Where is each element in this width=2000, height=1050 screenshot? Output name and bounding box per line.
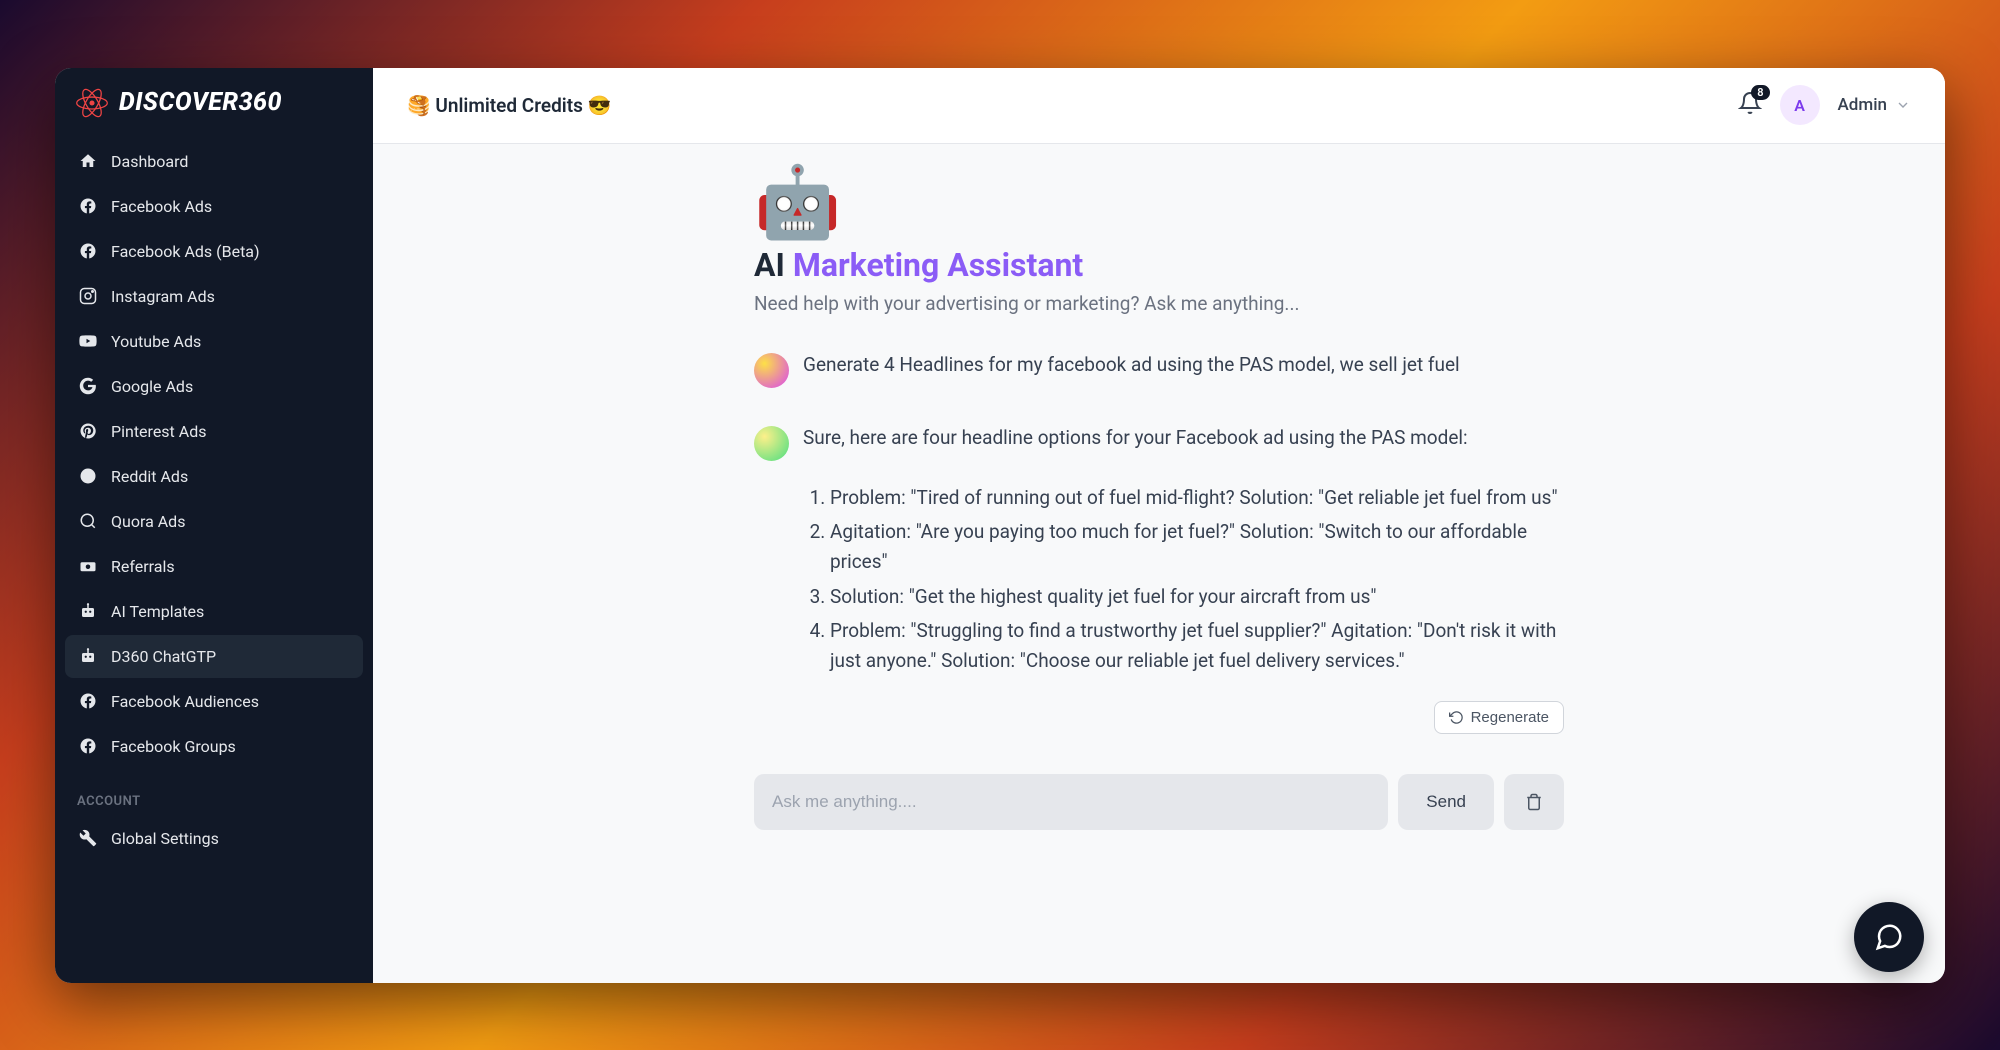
robot-emoji: 🤖 [754,168,1564,238]
youtube-icon [79,332,97,350]
sidebar-item-youtube-ads[interactable]: Youtube Ads [65,320,363,363]
chat-input[interactable] [754,774,1388,830]
regenerate-label: Regenerate [1471,709,1549,726]
sidebar-item-reddit-ads[interactable]: Reddit Ads [65,455,363,498]
sidebar-item-label: AI Templates [111,602,204,621]
subtitle: Need help with your advertising or marke… [754,292,1564,315]
list-item: Problem: "Struggling to find a trustwort… [830,616,1564,677]
topbar: 🥞 Unlimited Credits 😎 8 A Admin [373,68,1945,144]
sidebar-item-label: Dashboard [111,152,188,171]
google-icon [79,377,97,395]
user-avatar-icon [754,353,789,388]
facebook-icon [79,737,97,755]
sidebar-item-label: D360 ChatGTP [111,647,216,666]
refresh-icon [1449,710,1464,725]
main: 🥞 Unlimited Credits 😎 8 A Admin 🤖 [373,68,1945,983]
list-item: Agitation: "Are you paying too much for … [830,517,1564,578]
sidebar-item-label: Youtube Ads [111,332,201,351]
credits-label: 🥞 Unlimited Credits 😎 [407,94,611,117]
sidebar-item-ai-templates[interactable]: AI Templates [65,590,363,633]
assistant-avatar-icon [754,426,789,461]
regenerate-row: Regenerate [754,701,1564,734]
sidebar: DISCOVER360 Dashboard Facebook Ads Faceboo… [55,68,373,983]
robot-icon [79,647,97,665]
instagram-icon [79,287,97,305]
title-ai: AI [754,246,785,284]
brand-logo[interactable]: DISCOVER360 [55,68,373,134]
facebook-icon [79,242,97,260]
reddit-icon [79,467,97,485]
assistant-message: Sure, here are four headline options for… [754,424,1564,461]
nav-main: Dashboard Facebook Ads Facebook Ads (Beta)… [55,134,373,776]
content: 🤖 AI Marketing Assistant Need help with … [373,144,1945,983]
user-name: Admin [1838,95,1887,115]
send-button[interactable]: Send [1398,774,1494,830]
page-title: AI Marketing Assistant [754,246,1564,284]
user-message: Generate 4 Headlines for my facebook ad … [754,351,1564,388]
sidebar-item-facebook-ads[interactable]: Facebook Ads [65,185,363,228]
sidebar-item-facebook-groups[interactable]: Facebook Groups [65,725,363,768]
chat-icon [1874,922,1904,952]
sidebar-item-label: Facebook Ads (Beta) [111,242,260,261]
sidebar-item-pinterest-ads[interactable]: Pinterest Ads [65,410,363,453]
wrench-icon [79,829,97,847]
sidebar-item-label: Pinterest Ads [111,422,206,441]
sidebar-item-label: Facebook Audiences [111,692,259,711]
user-menu[interactable]: Admin [1838,95,1911,115]
quora-icon [79,512,97,530]
sidebar-item-label: Facebook Groups [111,737,236,756]
robot-icon [79,602,97,620]
notifications-button[interactable]: 8 [1738,91,1762,119]
sidebar-item-instagram-ads[interactable]: Instagram Ads [65,275,363,318]
sidebar-item-label: Quora Ads [111,512,185,531]
topbar-right: 8 A Admin [1738,85,1911,125]
facebook-icon [79,197,97,215]
user-message-text: Generate 4 Headlines for my facebook ad … [803,351,1460,380]
account-section-label: ACCOUNT [55,776,373,817]
chat-container: 🤖 AI Marketing Assistant Need help with … [754,168,1564,959]
input-row: Send [754,774,1564,830]
sidebar-item-quora-ads[interactable]: Quora Ads [65,500,363,543]
chat-fab[interactable] [1854,902,1924,972]
clear-button[interactable] [1504,774,1564,830]
referrals-icon [79,557,97,575]
brand-name: DISCOVER360 [119,88,282,117]
notification-badge: 8 [1751,85,1769,100]
avatar[interactable]: A [1780,85,1820,125]
sidebar-item-facebook-ads-beta-[interactable]: Facebook Ads (Beta) [65,230,363,273]
assistant-intro-text: Sure, here are four headline options for… [803,424,1468,453]
title-marketing: Marketing Assistant [793,246,1083,284]
sidebar-item-label: Facebook Ads [111,197,212,216]
sidebar-item-label: Global Settings [111,829,219,848]
assistant-response-list: Problem: "Tired of running out of fuel m… [754,483,1564,677]
trash-icon [1525,793,1543,811]
sidebar-item-label: Referrals [111,557,175,576]
sidebar-item-dashboard[interactable]: Dashboard [65,140,363,183]
atom-icon [75,86,109,120]
list-item: Problem: "Tired of running out of fuel m… [830,483,1564,513]
sidebar-item-label: Instagram Ads [111,287,215,306]
sidebar-item-d360-chatgtp[interactable]: D360 ChatGTP [65,635,363,678]
sidebar-item-referrals[interactable]: Referrals [65,545,363,588]
sidebar-item-label: Reddit Ads [111,467,188,486]
sidebar-item-facebook-audiences[interactable]: Facebook Audiences [65,680,363,723]
sidebar-item-global-settings[interactable]: Global Settings [65,817,363,860]
sidebar-item-google-ads[interactable]: Google Ads [65,365,363,408]
chevron-down-icon [1895,97,1911,113]
list-item: Solution: "Get the highest quality jet f… [830,582,1564,612]
app-window: DISCOVER360 Dashboard Facebook Ads Faceboo… [55,68,1945,983]
facebook-icon [79,692,97,710]
pinterest-icon [79,422,97,440]
home-icon [79,152,97,170]
regenerate-button[interactable]: Regenerate [1434,701,1564,734]
sidebar-item-label: Google Ads [111,377,193,396]
nav-account: Global Settings [55,817,373,868]
